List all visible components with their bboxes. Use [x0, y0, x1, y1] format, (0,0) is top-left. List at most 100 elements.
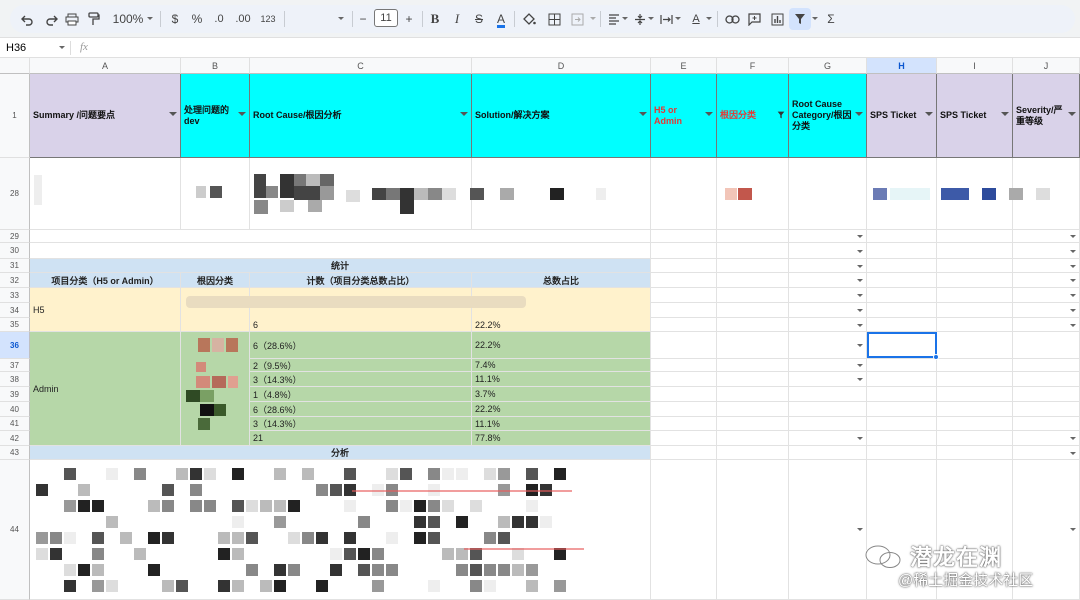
row-header-35[interactable]: 35: [0, 318, 30, 332]
row-header-33[interactable]: 33: [0, 288, 30, 303]
selected-cell-h36[interactable]: [867, 332, 939, 360]
grid-cell[interactable]: [717, 431, 789, 446]
dropdown-arrow-icon[interactable]: [1070, 265, 1076, 268]
row-30-cells[interactable]: [30, 243, 651, 259]
dropdown-arrow-icon[interactable]: [857, 309, 863, 312]
dropdown-arrow-icon[interactable]: [1070, 437, 1076, 440]
grid-cell[interactable]: [1013, 417, 1080, 431]
column-header-a[interactable]: A: [30, 58, 181, 74]
header-cell-solution[interactable]: Solution/解决方案: [472, 74, 651, 158]
filter-icon[interactable]: [777, 111, 785, 122]
grid-cell[interactable]: [937, 243, 1013, 259]
grid-cell[interactable]: [789, 417, 867, 431]
grid-cell[interactable]: [789, 273, 867, 288]
row-header-42[interactable]: 42: [0, 431, 30, 446]
grid-cell[interactable]: [789, 387, 867, 402]
font-size-input[interactable]: 11: [374, 9, 398, 27]
paint-format-icon[interactable]: [85, 6, 103, 32]
bold-button[interactable]: B: [428, 6, 442, 32]
row-29-cells[interactable]: [30, 230, 651, 243]
dropdown-arrow-icon[interactable]: [857, 364, 863, 367]
grid-cell[interactable]: [651, 446, 717, 460]
grid-cell[interactable]: [867, 318, 937, 332]
grid-cell[interactable]: [937, 387, 1013, 402]
grid-cell[interactable]: [937, 402, 1013, 417]
column-header-d[interactable]: D: [472, 58, 651, 74]
borders-icon[interactable]: [545, 6, 563, 32]
dropdown-arrow-icon[interactable]: [1070, 294, 1076, 297]
filter-dropdown-icon[interactable]: [855, 112, 863, 116]
grid-cell[interactable]: [717, 288, 789, 303]
grid-cell[interactable]: [789, 288, 867, 303]
increase-decimal-button[interactable]: .00: [232, 6, 254, 32]
number-format-button[interactable]: 123: [258, 6, 278, 32]
header-cell-h5-admin[interactable]: H5 or Admin: [651, 74, 717, 158]
link-icon[interactable]: [723, 6, 741, 32]
font-size-increase-button[interactable]: +: [402, 6, 416, 32]
row-header-44[interactable]: 44: [0, 460, 30, 600]
fill-color-icon[interactable]: [520, 6, 538, 32]
cell-f44[interactable]: [717, 460, 789, 600]
dropdown-arrow-icon[interactable]: [857, 378, 863, 381]
grid-cell[interactable]: [937, 273, 1013, 288]
dropdown-arrow-icon[interactable]: [857, 294, 863, 297]
grid-cell[interactable]: [789, 332, 867, 359]
grid-cell[interactable]: [1013, 359, 1080, 372]
percent-button[interactable]: %: [190, 6, 204, 32]
grid-cell[interactable]: [867, 259, 937, 273]
select-all-corner[interactable]: [0, 58, 30, 74]
grid-cell[interactable]: [937, 332, 1013, 359]
vertical-align-icon[interactable]: [632, 6, 648, 32]
grid-cell[interactable]: [867, 273, 937, 288]
dropdown-arrow-icon[interactable]: [1070, 235, 1076, 238]
grid-cell[interactable]: [867, 359, 937, 372]
grid-cell[interactable]: [651, 288, 717, 303]
grid-cell[interactable]: [789, 431, 867, 446]
dropdown-arrow-icon[interactable]: [1070, 309, 1076, 312]
grid-cell[interactable]: [717, 387, 789, 402]
header-cell-severity[interactable]: Severity/严重等级: [1013, 74, 1080, 158]
grid-cell[interactable]: [1013, 372, 1080, 387]
header-cell-sps-ticket-1[interactable]: SPS Ticket: [867, 74, 937, 158]
grid-cell[interactable]: [789, 372, 867, 387]
filter-dropdown-icon[interactable]: [705, 112, 713, 116]
grid-cell[interactable]: [717, 259, 789, 273]
name-box[interactable]: H36: [6, 41, 62, 55]
cell-g28[interactable]: [789, 158, 867, 230]
merge-cells-icon[interactable]: [568, 6, 586, 32]
grid-cell[interactable]: [937, 417, 1013, 431]
cell-e28[interactable]: [651, 158, 717, 230]
column-header-h[interactable]: H: [867, 58, 937, 74]
print-icon[interactable]: [63, 6, 81, 32]
grid-cell[interactable]: [867, 372, 937, 387]
column-header-j[interactable]: J: [1013, 58, 1080, 74]
grid-cell[interactable]: [937, 303, 1013, 318]
grid-cell[interactable]: [789, 259, 867, 273]
grid-cell[interactable]: [937, 446, 1013, 460]
grid-cell[interactable]: [717, 318, 789, 332]
dropdown-arrow-icon[interactable]: [857, 324, 863, 327]
grid-cell[interactable]: [867, 243, 937, 259]
dropdown-arrow-icon[interactable]: [1070, 279, 1076, 282]
grid-cell[interactable]: [937, 318, 1013, 332]
grid-cell[interactable]: [717, 417, 789, 431]
grid-cell[interactable]: [651, 230, 717, 243]
chart-icon[interactable]: [768, 6, 786, 32]
dropdown-arrow-icon[interactable]: [1070, 452, 1076, 455]
cell-a44[interactable]: [30, 460, 651, 600]
h5-label-cell[interactable]: H5: [30, 288, 181, 332]
grid-cell[interactable]: [789, 230, 867, 243]
cell-a28[interactable]: [30, 158, 181, 230]
dropdown-arrow-icon[interactable]: [857, 235, 863, 238]
grid-cell[interactable]: [717, 243, 789, 259]
grid-cell[interactable]: [867, 303, 937, 318]
grid-cell[interactable]: [867, 446, 937, 460]
grid-cell[interactable]: [867, 387, 937, 402]
dropdown-arrow-icon[interactable]: [1070, 250, 1076, 253]
text-color-button[interactable]: A: [493, 6, 509, 32]
row-header-1[interactable]: 1: [0, 74, 30, 158]
cell-e44[interactable]: [651, 460, 717, 600]
currency-button[interactable]: $: [168, 6, 182, 32]
column-header-b[interactable]: B: [181, 58, 250, 74]
grid-cell[interactable]: [651, 243, 717, 259]
